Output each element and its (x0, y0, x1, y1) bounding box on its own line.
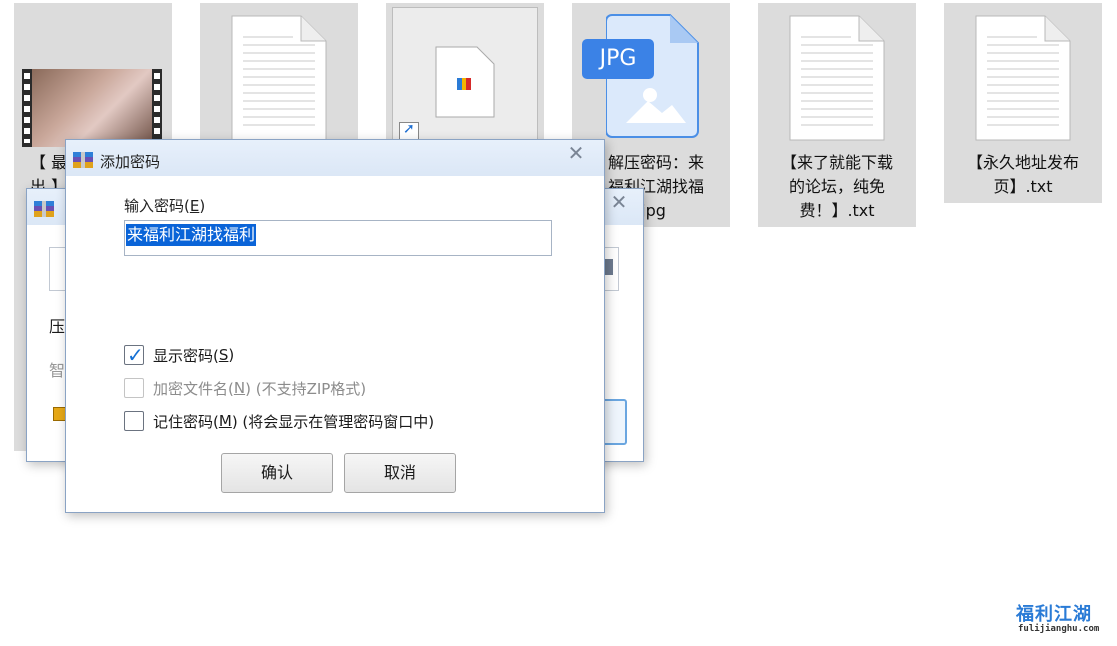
encrypt-filenames-checkbox: 加密文件名(N) (不支持ZIP格式) (124, 376, 366, 400)
video-thumbnail-icon (22, 69, 162, 147)
password-value: 来福利江湖找福利 (126, 224, 257, 246)
compress-label: 压 (49, 317, 66, 336)
text-document-icon (231, 15, 327, 141)
dialog-title: 添加密码 (100, 153, 161, 171)
winrar-icon (33, 199, 55, 219)
close-icon[interactable]: ✕ (558, 143, 594, 165)
checkbox-box[interactable] (124, 411, 144, 431)
checkbox-box (124, 378, 144, 398)
password-input[interactable]: 来福利江湖找福利 (124, 220, 552, 256)
cancel-button[interactable]: 取消 (344, 453, 456, 493)
text-document-icon (789, 15, 885, 141)
file-label: 费！】.txt (799, 201, 875, 220)
password-label: 输入密码(E) (124, 197, 206, 215)
jpg-badge: JPG (582, 39, 654, 79)
remember-password-checkbox[interactable]: 记住密码(M) (将会显示在管理密码窗口中) (124, 409, 434, 433)
show-password-checkbox[interactable]: ✓ 显示密码(S) (124, 343, 234, 367)
file-tile-text[interactable]: 【来了就能下载 的论坛，纯免 费！】.txt (758, 3, 916, 227)
file-tile-shortcut[interactable]: ➚ (386, 3, 544, 143)
ok-button[interactable]: 确认 (221, 453, 333, 493)
checkmark-icon: ✓ (127, 343, 144, 367)
checkbox-box[interactable]: ✓ (124, 343, 144, 367)
site-watermark: 福利江湖 fulijianghu.com (1016, 600, 1108, 640)
watermark-logo: 福利江湖 (1016, 604, 1092, 625)
file-label: 的论坛，纯免 (788, 177, 885, 196)
file-label: 【永久地址发布 (966, 153, 1079, 172)
text-document-icon (975, 15, 1071, 141)
file-label: 页】.txt (993, 177, 1053, 196)
winrar-icon (72, 150, 94, 170)
watermark-url: fulijianghu.com (1018, 624, 1100, 634)
close-icon[interactable]: ✕ (601, 192, 637, 214)
shortcut-file-icon: ➚ (392, 7, 538, 141)
smart-label: 智 (49, 361, 66, 380)
add-password-dialog: 添加密码 ✕ 输入密码(E) 来福利江湖找福利 ✓ 显示密码(S) 加密文件名(… (65, 139, 605, 513)
file-tile-text[interactable]: 【永久地址发布 页】.txt (944, 3, 1102, 203)
file-label: 【来了就能下载 (780, 153, 893, 172)
file-tile-text[interactable] (200, 3, 358, 143)
